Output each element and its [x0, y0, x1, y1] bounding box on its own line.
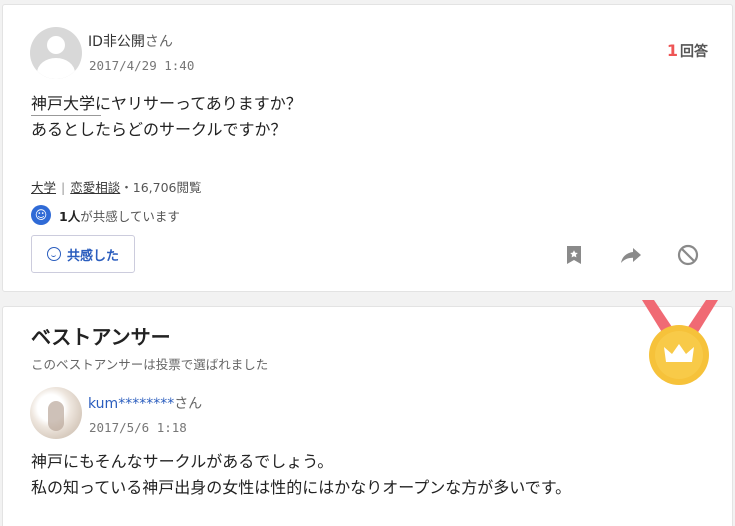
bookmark-icon[interactable]	[562, 243, 586, 267]
share-icon[interactable]	[619, 243, 643, 267]
answer-user-id[interactable]: kum********	[88, 396, 174, 412]
category-link-love-advice[interactable]: 恋愛相談	[70, 180, 120, 195]
answer-count[interactable]: 1 回答	[667, 41, 708, 61]
question-text-line1: 神戸大学にヤリサーってありますか？	[31, 91, 302, 117]
empathy-button[interactable]: 共感した	[31, 235, 135, 273]
smile-icon	[46, 247, 61, 261]
category-link-university[interactable]: 大学	[31, 180, 56, 195]
question-user-id: ID非公開	[88, 34, 145, 50]
best-answer-card: ベストアンサー このベストアンサーは投票で選ばれました kum********さ…	[2, 306, 733, 526]
answer-user-honorific: さん	[174, 396, 203, 412]
answer-count-label: 回答	[680, 44, 708, 60]
block-icon[interactable]	[676, 243, 700, 267]
empathy-icon: ☺	[31, 205, 51, 225]
best-answer-title: ベストアンサー	[31, 325, 171, 349]
question-user: ID非公開さん	[88, 31, 173, 51]
empathy-text: が共感しています	[80, 208, 180, 224]
question-card: ID非公開さん 2017/4/29 1:40 1 回答 神戸大学にヤリサーってあり…	[2, 4, 733, 292]
category-separator: |	[61, 180, 66, 195]
answer-user: kum********さん	[88, 393, 202, 413]
question-user-honorific: さん	[144, 34, 173, 50]
answer-text-line1: 神戸にもそんなサークルがあるでしょう。	[31, 452, 334, 471]
best-answer-medal-icon	[642, 300, 718, 385]
answer-text-line2: 私の知っている神戸出身の女性は性的にはかなりオープンな方が多いです。	[31, 478, 572, 497]
view-count: ・16,706閲覧	[120, 180, 202, 195]
answer-text: 神戸にもそんなサークルがあるでしょう。 私の知っている神戸出身の女性は性的にはか…	[31, 449, 571, 501]
empathy-count: 1人	[59, 208, 81, 224]
best-answer-subtitle: このベストアンサーは投票で選ばれました	[31, 357, 269, 372]
question-text-line2: あるとしたらどのサークルですか？	[31, 120, 287, 139]
empathy-button-label: 共感した	[66, 248, 119, 264]
answer-count-number: 1	[666, 41, 678, 60]
question-date: 2017/4/29 1:40	[89, 58, 195, 73]
empathy-summary: ☺ 1人 が共感しています	[31, 205, 180, 225]
question-avatar-icon[interactable]	[30, 27, 82, 79]
answer-date: 2017/5/6 1:18	[89, 420, 187, 435]
question-text: 神戸大学にヤリサーってありますか？ あるとしたらどのサークルですか？	[31, 91, 302, 143]
question-meta: 大学 | 恋愛相談・16,706閲覧	[31, 177, 202, 196]
answerer-avatar[interactable]	[30, 387, 82, 439]
